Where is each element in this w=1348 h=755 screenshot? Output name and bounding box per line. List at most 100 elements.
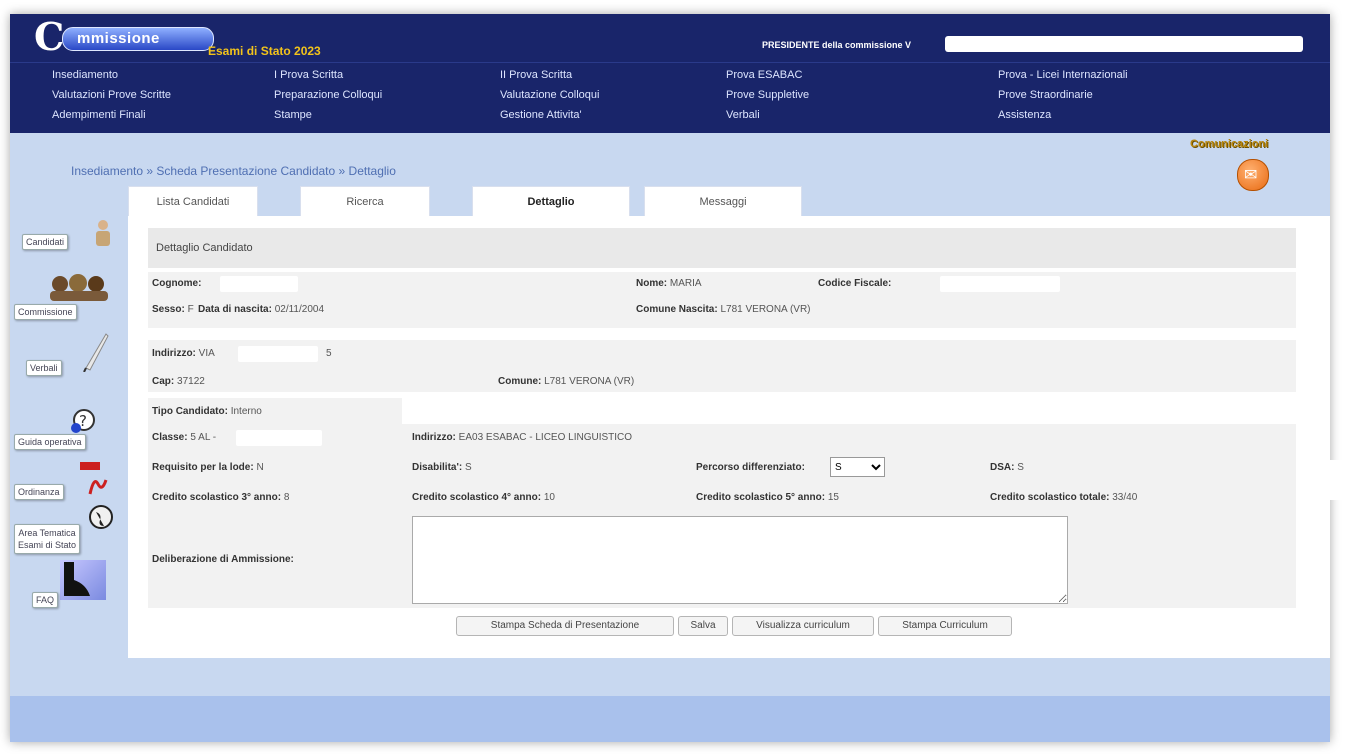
menu-item-esabac[interactable]: Prova ESABAC: [726, 69, 802, 81]
comune-nascita-field: Comune Nascita: L781 VERONA (VR): [636, 304, 811, 315]
salva-button[interactable]: Salva: [678, 616, 728, 636]
civico-value: 5: [326, 348, 332, 359]
menu-item-verbali[interactable]: Verbali: [726, 109, 760, 121]
codice-fiscale-field: Codice Fiscale:: [818, 278, 891, 289]
logo-text: mmissione: [77, 30, 160, 47]
stampa-scheda-button[interactable]: Stampa Scheda di Presentazione: [456, 616, 674, 636]
app-window: mmissione C Esami di Stato 2023 PRESIDEN…: [10, 14, 1330, 742]
menu-item-assistenza[interactable]: Assistenza: [998, 109, 1051, 121]
comune-nascita-label: Comune Nascita:: [636, 304, 718, 315]
dsa-field: DSA: S: [990, 462, 1024, 473]
disabilita-value: S: [464, 462, 472, 473]
nome-value: MARIA: [669, 278, 702, 289]
tab-dettaglio[interactable]: Dettaglio: [472, 186, 630, 219]
redacted-indirizzo: [238, 346, 318, 362]
cap-value: 37122: [177, 376, 205, 387]
sidebar-ordinanza[interactable]: Ordinanza: [14, 484, 64, 500]
menu-item-insediamento[interactable]: Insediamento: [52, 69, 118, 81]
classe-label: Classe:: [152, 432, 188, 443]
indirizzo-value: VIA: [198, 348, 215, 359]
menu-item-valutazioni-scritte[interactable]: Valutazioni Prove Scritte: [52, 89, 171, 101]
tipo-candidato-value: Interno: [230, 406, 262, 417]
help-icon: ?: [70, 408, 96, 434]
anagrafica-block: [148, 272, 1296, 328]
cap-field: Cap: 37122: [152, 376, 205, 387]
indirizzo-studi-label: Indirizzo:: [412, 432, 456, 443]
group-icon: [46, 274, 112, 302]
credito-3-field: Credito scolastico 3° anno: 8: [152, 492, 289, 503]
classe-value: 5 AL -: [190, 432, 217, 443]
main-menu: Insediamento I Prova Scritta II Prova Sc…: [10, 62, 1330, 133]
sidebar-area-tematica[interactable]: Area Tematica Esami di Stato: [14, 524, 81, 554]
comune-value: L781 VERONA (VR): [544, 376, 635, 387]
comune-nascita-value: L781 VERONA (VR): [720, 304, 811, 315]
sidebar-commissione[interactable]: Commissione: [14, 304, 77, 320]
credito-5-field: Credito scolastico 5° anno: 15: [696, 492, 839, 503]
visualizza-curriculum-button[interactable]: Visualizza curriculum: [732, 616, 874, 636]
percorso-diff-field: Percorso differenziato:: [696, 462, 805, 473]
credito-4-value: 10: [543, 492, 555, 503]
data-nascita-field: Data di nascita: 02/11/2004: [198, 304, 324, 315]
credito-4-label: Credito scolastico 4° anno:: [412, 492, 542, 503]
disabilita-label: Disabilita':: [412, 462, 463, 473]
redacted-codice-fiscale: [940, 276, 1060, 292]
globe-icon: [88, 504, 114, 530]
menu-item-straordinarie[interactable]: Prove Straordinarie: [998, 89, 1093, 101]
menu-item-prova-2[interactable]: II Prova Scritta: [500, 69, 572, 81]
menu-item-suppletive[interactable]: Prove Suppletive: [726, 89, 809, 101]
footer: [10, 696, 1330, 742]
faq-icon: [60, 560, 106, 600]
sidebar-area-tematica-line1: Area Tematica: [18, 528, 76, 538]
sidebar-verbali[interactable]: Verbali: [26, 360, 62, 376]
tab-ricerca[interactable]: Ricerca: [300, 186, 430, 217]
tab-messaggi[interactable]: Messaggi: [644, 186, 802, 217]
sidebar-guida-operativa[interactable]: Guida operativa: [14, 434, 86, 450]
codice-fiscale-label: Codice Fiscale:: [818, 278, 892, 289]
indirizzo-field: Indirizzo: VIA: [152, 348, 215, 359]
deliberazione-label: Deliberazione di Ammissione:: [152, 554, 294, 565]
comune-label: Comune:: [498, 376, 542, 387]
indirizzo-studi-value: EA03 ESABAC - LICEO LINGUISTICO: [458, 432, 633, 443]
logo-letter: C: [34, 14, 65, 59]
menu-item-adempimenti[interactable]: Adempimenti Finali: [52, 109, 146, 121]
redacted-classe: [236, 430, 322, 446]
menu-item-valutazione-colloqui[interactable]: Valutazione Colloqui: [500, 89, 599, 101]
quill-pen-icon: [80, 332, 110, 373]
logo-pill: mmissione: [62, 27, 214, 51]
breadcrumb: Insediamento » Scheda Presentazione Cand…: [71, 164, 396, 178]
envelope-icon[interactable]: ✉: [1237, 159, 1269, 191]
person-icon: [92, 218, 114, 248]
credito-totale-value: 33/40: [1112, 492, 1138, 503]
right-edge-block: [1320, 460, 1348, 500]
menu-item-gestione-attivita[interactable]: Gestione Attivita': [500, 109, 582, 121]
menu-item-stampe[interactable]: Stampe: [274, 109, 312, 121]
menu-item-prova-1[interactable]: I Prova Scritta: [274, 69, 343, 81]
sesso-label: Sesso:: [152, 304, 185, 315]
indirizzo-label: Indirizzo:: [152, 348, 196, 359]
stampa-curriculum-button[interactable]: Stampa Curriculum: [878, 616, 1012, 636]
menu-item-licei-internazionali[interactable]: Prova - Licei Internazionali: [998, 69, 1128, 81]
requisito-lode-field: Requisito per la lode: N: [152, 462, 264, 473]
credito-5-value: 15: [827, 492, 839, 503]
deliberazione-textarea[interactable]: [412, 516, 1068, 604]
redacted-cognome: [220, 276, 298, 292]
section-title: Dettaglio Candidato: [156, 242, 253, 254]
sidebar-faq[interactable]: FAQ: [32, 592, 59, 608]
credito-totale-label: Credito scolastico totale:: [990, 492, 1110, 503]
president-label: PRESIDENTE della commissione V: [762, 40, 912, 50]
comunicazioni-label[interactable]: Comunicazioni: [1190, 138, 1268, 150]
credito-totale-field: Credito scolastico totale: 33/40: [990, 492, 1137, 503]
menu-item-preparazione-colloqui[interactable]: Preparazione Colloqui: [274, 89, 382, 101]
deliberazione-field: Deliberazione di Ammissione:: [152, 554, 294, 565]
nome-label: Nome:: [636, 278, 668, 289]
percorso-diff-label: Percorso differenziato:: [696, 462, 805, 473]
sidebar-area-tematica-line2: Esami di Stato: [18, 540, 77, 550]
dsa-label: DSA:: [990, 462, 1015, 473]
sidebar-candidati[interactable]: Candidati: [22, 234, 69, 250]
percorso-differenziato-select[interactable]: S: [830, 457, 885, 477]
sesso-value: F: [187, 304, 194, 315]
residenza-block: [148, 340, 1296, 392]
cap-label: Cap:: [152, 376, 175, 387]
tab-lista-candidati[interactable]: Lista Candidati: [128, 186, 258, 217]
credito-3-label: Credito scolastico 3° anno:: [152, 492, 282, 503]
